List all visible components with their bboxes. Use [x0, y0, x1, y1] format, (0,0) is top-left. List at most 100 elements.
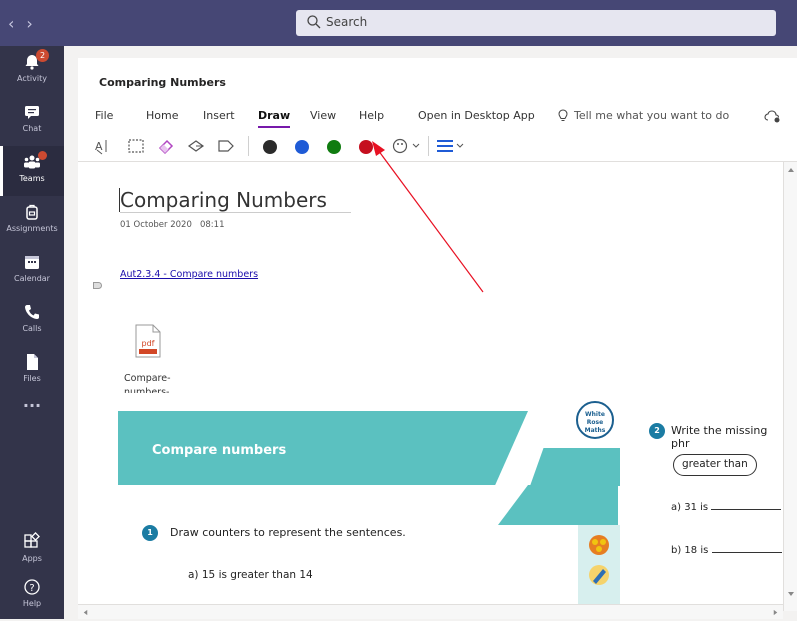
- open-in-desktop-button[interactable]: Open in Desktop App: [418, 109, 535, 122]
- banner-shape: [530, 448, 620, 486]
- rail-apps[interactable]: Apps: [0, 526, 64, 576]
- rail-teams[interactable]: Teams: [0, 146, 64, 196]
- pen-black-button[interactable]: [263, 140, 277, 154]
- rail-label: Teams: [19, 174, 45, 183]
- rail-chat[interactable]: Chat: [0, 96, 64, 146]
- line-weight-icon[interactable]: [435, 136, 467, 156]
- left-rail: 2 Activity Chat Teams Assignments Calend…: [0, 46, 64, 619]
- rail-more[interactable]: ...: [0, 390, 64, 420]
- menu-view[interactable]: View: [310, 109, 336, 122]
- logo-line: White: [585, 411, 605, 418]
- note-page[interactable]: Comparing Numbers 01 October 2020 08:11 …: [78, 162, 783, 611]
- highlighter-icon[interactable]: [216, 136, 236, 156]
- question-text: Draw counters to represent the sentences…: [170, 526, 406, 539]
- question-part: a) 31 is: [671, 500, 782, 513]
- answer-blank: [711, 543, 782, 553]
- help-icon: ?: [24, 579, 40, 595]
- counters-icon: [589, 535, 609, 555]
- rail-label: Apps: [22, 554, 42, 563]
- tell-me-search[interactable]: Tell me what you want to do: [574, 109, 729, 122]
- note-link[interactable]: Aut2.3.4 - Compare numbers: [120, 269, 258, 280]
- scroll-down-icon[interactable]: [787, 590, 795, 598]
- rail-label: Assignments: [6, 224, 58, 233]
- rail-label: Calendar: [14, 274, 50, 283]
- rail-label: Activity: [17, 74, 47, 83]
- backpack-icon: [26, 204, 38, 220]
- question-part-label: b) 18 is: [671, 545, 709, 556]
- pen-icon[interactable]: [186, 136, 206, 156]
- pen-blue-button[interactable]: [295, 140, 309, 154]
- more-icon: ...: [22, 392, 42, 411]
- search-placeholder: Search: [326, 15, 368, 29]
- file-icon: [27, 354, 38, 370]
- toolbar-separator: [248, 136, 249, 156]
- rail-label: Files: [23, 374, 41, 383]
- chat-icon: [25, 106, 39, 119]
- attachment-name-line1: Compare-: [124, 373, 171, 384]
- rail-help[interactable]: ? Help: [0, 571, 64, 621]
- note-date: 01 October 2020: [120, 220, 192, 230]
- calendar-icon: [25, 256, 39, 269]
- search-icon: [307, 15, 321, 29]
- menu-insert[interactable]: Insert: [203, 109, 235, 122]
- menu-help[interactable]: Help: [359, 109, 384, 122]
- note-datetime: 01 October 2020 08:11: [120, 220, 224, 230]
- rail-calendar[interactable]: Calendar: [0, 246, 64, 296]
- attachment-name[interactable]: Compare- numbers-: [124, 372, 194, 393]
- logo-line: Rose: [586, 419, 604, 426]
- question-number: 1: [142, 525, 158, 541]
- activity-badge: 2: [36, 49, 49, 62]
- scroll-up-icon[interactable]: [787, 166, 795, 174]
- question-text: Write the missing phr: [671, 424, 768, 450]
- rail-label: Calls: [22, 324, 42, 333]
- lasso-select-icon[interactable]: [126, 136, 146, 156]
- color-palette-icon[interactable]: [391, 136, 423, 156]
- note-title[interactable]: Comparing Numbers: [120, 188, 351, 213]
- scroll-left-icon[interactable]: [82, 609, 89, 616]
- search-input[interactable]: Search: [296, 10, 776, 36]
- horizontal-scrollbar[interactable]: [78, 604, 783, 619]
- answer-blank: [711, 500, 782, 510]
- side-strip: [578, 525, 620, 611]
- eraser-icon[interactable]: [156, 136, 176, 156]
- title-bar: ‹› Search: [0, 0, 797, 46]
- lightbulb-icon: [558, 109, 568, 121]
- type-select-icon[interactable]: A: [94, 136, 114, 156]
- content-area: Comparing Numbers File Home Insert Draw …: [64, 46, 797, 619]
- menu-draw[interactable]: Draw: [258, 109, 291, 128]
- attachment-name-line2: numbers-: [124, 387, 170, 393]
- phone-icon: [25, 305, 39, 319]
- banner-shape: [498, 485, 618, 525]
- rail-assignments[interactable]: Assignments: [0, 196, 64, 246]
- teams-mention-badge: [38, 151, 47, 160]
- nav-arrows: ‹›: [8, 14, 45, 33]
- worksheet-image: Compare numbers White Rose Maths 1 Draw …: [118, 393, 783, 611]
- logo-line: Maths: [584, 427, 606, 434]
- rail-files[interactable]: Files: [0, 346, 64, 396]
- worksheet-title: Compare numbers: [152, 443, 287, 458]
- menu-home[interactable]: Home: [146, 109, 178, 122]
- rail-activity[interactable]: 2 Activity: [0, 46, 64, 96]
- question-part: a) 15 is greater than 14: [188, 569, 313, 581]
- toolbar-separator: [428, 136, 429, 156]
- pen-red-button[interactable]: [359, 140, 373, 154]
- tag-marker-icon[interactable]: [93, 282, 102, 289]
- vertical-scrollbar[interactable]: [783, 162, 797, 611]
- scroll-right-icon[interactable]: [772, 609, 779, 616]
- back-arrow-icon[interactable]: ‹: [8, 14, 26, 33]
- pencil-icon: [589, 565, 609, 585]
- white-rose-maths-logo: White Rose Maths: [576, 401, 614, 439]
- question-part-label: a) 31 is: [671, 502, 709, 513]
- menu-file[interactable]: File: [95, 109, 113, 122]
- ribbon-menu: File Home Insert Draw View Help Open in …: [78, 102, 797, 130]
- cloud-sync-icon[interactable]: [764, 109, 782, 123]
- note-time: 08:11: [199, 220, 225, 230]
- phrase-pill: greater than: [673, 454, 757, 476]
- svg-text:?: ?: [29, 583, 34, 594]
- question-number: 2: [649, 423, 665, 439]
- pen-green-button[interactable]: [327, 140, 341, 154]
- rail-calls[interactable]: Calls: [0, 296, 64, 346]
- forward-arrow-icon[interactable]: ›: [26, 14, 44, 33]
- pdf-icon[interactable]: pdf: [133, 324, 163, 358]
- question-part: b) 18 is: [671, 543, 782, 556]
